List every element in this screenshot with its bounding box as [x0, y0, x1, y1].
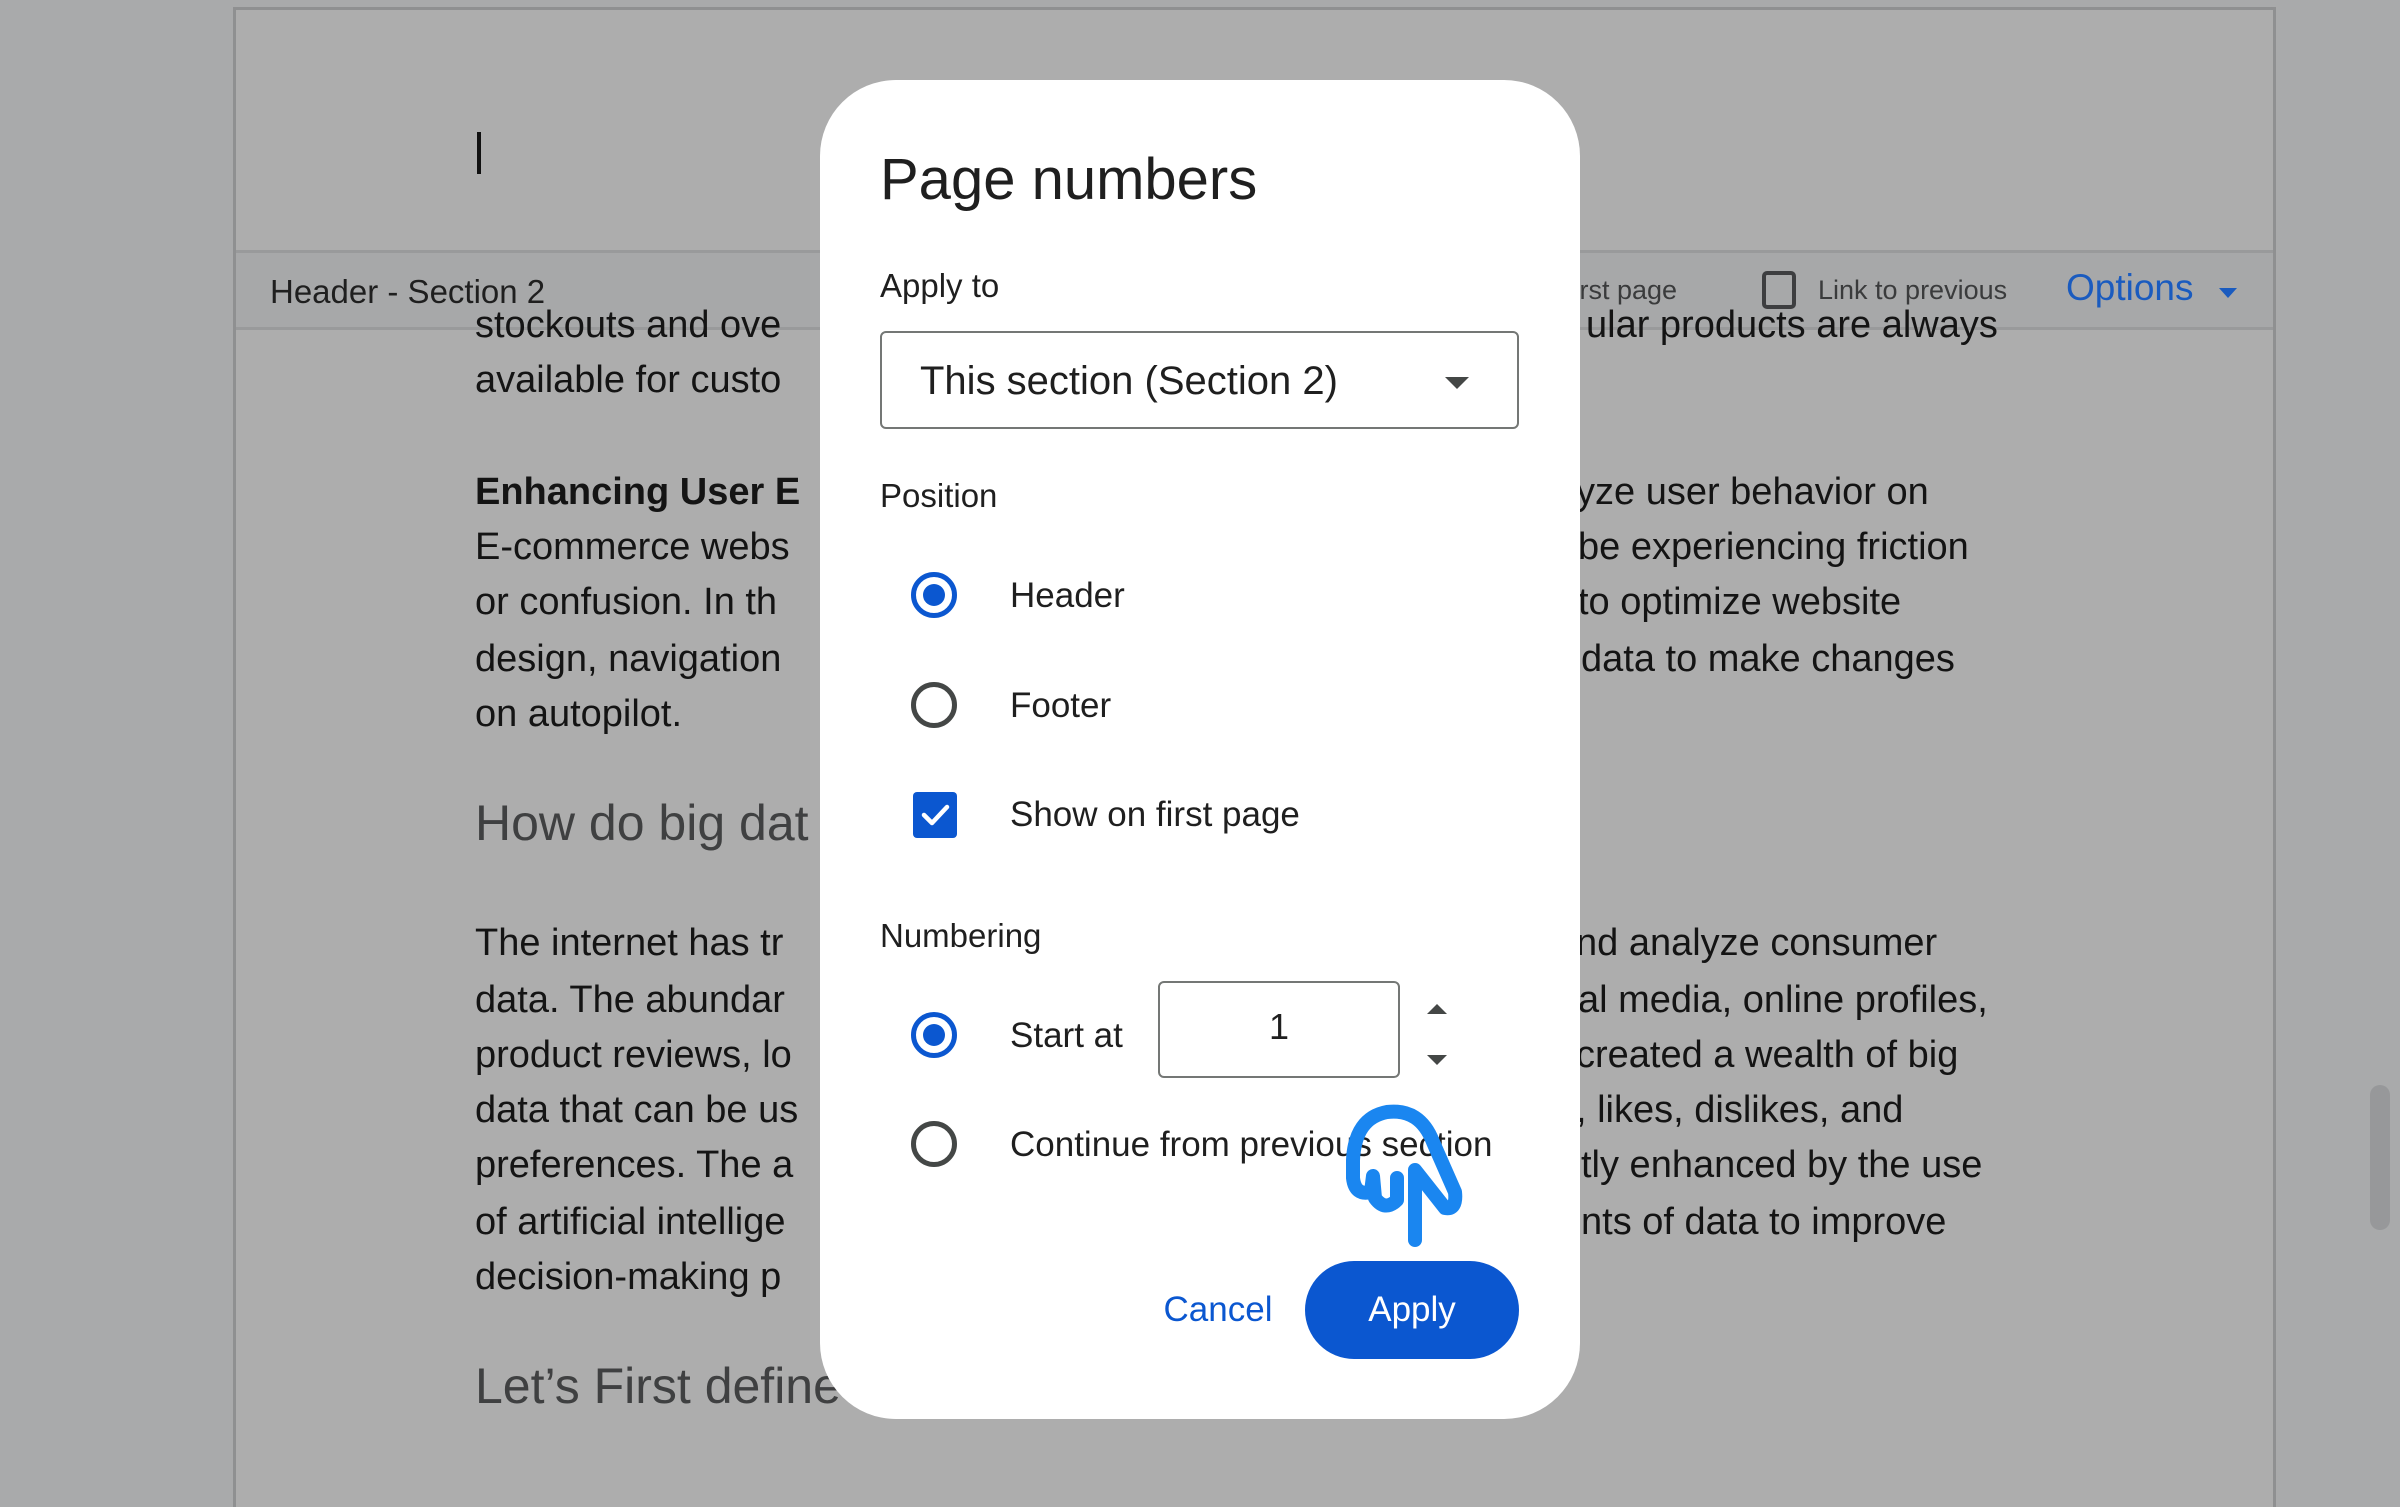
document-text-line: data. The abundar	[475, 979, 785, 1021]
pointing-hand-cursor-icon	[1346, 1104, 1463, 1247]
text-caret	[477, 132, 481, 174]
document-text-line: of artificial intellige	[475, 1201, 786, 1243]
start-at-number-input[interactable]: 1	[1158, 981, 1400, 1078]
document-text-line: design, navigation	[475, 638, 782, 680]
document-text-line: The internet has tr	[475, 922, 784, 964]
decrement-arrow-icon[interactable]	[1427, 1055, 1447, 1065]
chevron-down-icon[interactable]	[2219, 288, 2237, 298]
continue-from-previous-radio[interactable]	[911, 1121, 957, 1167]
position-label: Position	[880, 477, 998, 514]
options-menu-button[interactable]: Options	[2066, 267, 2194, 309]
document-text-line: or confusion. In th	[475, 581, 778, 623]
different-first-page-label[interactable]: first page	[1566, 275, 1677, 306]
footer-radio[interactable]	[911, 682, 957, 728]
start-at-option[interactable]: Start at	[820, 996, 1150, 1076]
start-at-label[interactable]: Start at	[1010, 1016, 1123, 1056]
document-text-line: created a wealth of big	[1576, 1034, 1959, 1076]
document-text-line: nts of data to improve	[1581, 1201, 1947, 1243]
show-on-first-page-checkbox[interactable]	[913, 792, 957, 838]
document-text-line: al media, online profiles,	[1578, 979, 1988, 1021]
numbering-label: Numbering	[880, 917, 1042, 954]
document-text-line: preferences. The a	[475, 1144, 794, 1186]
dropdown-arrow-icon	[1445, 377, 1469, 389]
checkmark-icon	[921, 804, 950, 826]
link-to-previous-label[interactable]: Link to previous	[1818, 275, 2007, 306]
document-text-line: decision-making p	[475, 1256, 782, 1298]
document-text-line: E-commerce webs	[475, 526, 790, 568]
document-text-line: , likes, dislikes, and	[1576, 1089, 1904, 1131]
cancel-button[interactable]: Cancel	[1160, 1280, 1276, 1340]
position-header-option[interactable]: Header	[820, 556, 1580, 636]
document-text-line: yze user behavior on	[1576, 471, 1929, 513]
document-text-line: ular products are always	[1586, 304, 1998, 346]
apply-to-selected-value: This section (Section 2)	[920, 359, 1338, 403]
document-heading: Let’s First define	[475, 1358, 841, 1414]
document-text-line: data to make changes	[1581, 638, 1955, 680]
document-text-line: on autopilot.	[475, 693, 683, 735]
document-text-line: product reviews, lo	[475, 1034, 792, 1076]
show-on-first-page-option[interactable]: Show on first page	[820, 775, 1580, 855]
document-text-line: be experiencing friction	[1578, 526, 1969, 568]
start-at-radio[interactable]	[911, 1012, 957, 1058]
header-radio-label[interactable]: Header	[1010, 576, 1125, 616]
header-radio[interactable]	[911, 572, 957, 618]
position-footer-option[interactable]: Footer	[820, 666, 1580, 746]
document-text-line: tly enhanced by the use	[1581, 1144, 1983, 1186]
document-heading: How do big dat	[475, 795, 809, 851]
document-text-line: nd analyze consumer	[1576, 922, 1938, 964]
vertical-scrollbar-thumb[interactable]	[2370, 1085, 2390, 1230]
increment-arrow-icon[interactable]	[1427, 1004, 1447, 1014]
document-text-line: stockouts and ove	[475, 304, 782, 346]
document-text-line: data that can be us	[475, 1089, 799, 1131]
document-text-line: Enhancing User E	[475, 471, 801, 513]
footer-radio-label[interactable]: Footer	[1010, 686, 1111, 726]
document-text-line: to optimize website	[1578, 581, 1902, 623]
dialog-title: Page numbers	[880, 147, 1258, 212]
document-text-line: available for custo	[475, 359, 782, 401]
apply-to-label: Apply to	[880, 267, 1000, 304]
show-on-first-page-label[interactable]: Show on first page	[1010, 795, 1300, 835]
apply-button[interactable]: Apply	[1305, 1261, 1519, 1359]
apply-to-select[interactable]: This section (Section 2)	[880, 331, 1519, 429]
